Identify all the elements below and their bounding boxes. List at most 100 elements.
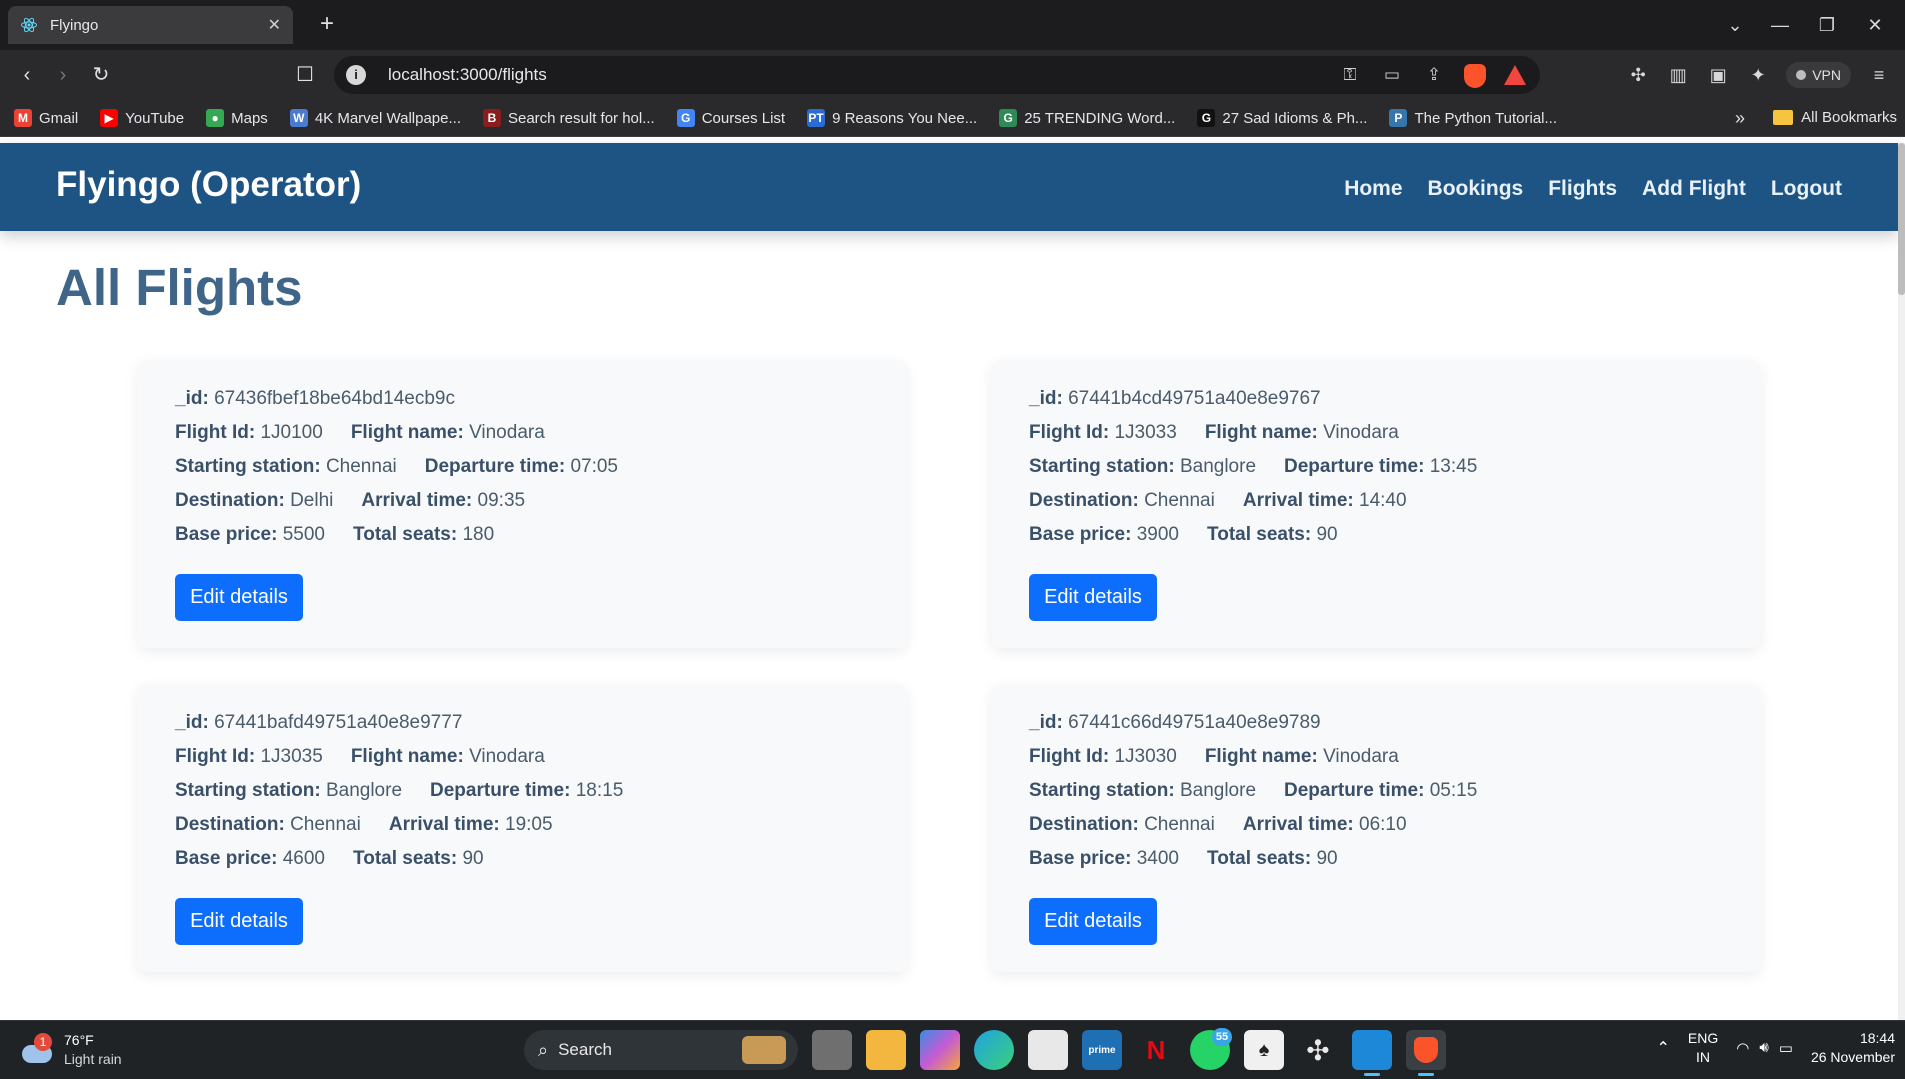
site-info-icon[interactable]: i [346, 65, 366, 85]
scrollbar-thumb[interactable] [1898, 143, 1905, 295]
tab-search-chevron-icon[interactable]: ⌄ [1715, 10, 1755, 40]
bookmark-item[interactable]: P The Python Tutorial... [1389, 109, 1557, 127]
sidebar-icon[interactable]: ▥ [1666, 63, 1690, 87]
vpn-button[interactable]: VPN [1786, 62, 1851, 88]
flight-detail-row: Destination: Delhi Arrival time: 09:35 [175, 484, 887, 518]
field-departure-time: Departure time: 18:15 [430, 774, 623, 808]
reload-icon[interactable]: ↻ [88, 62, 114, 88]
page-scrollbar[interactable] [1898, 143, 1905, 1020]
windows-start-icon[interactable] [470, 1030, 510, 1070]
folder-icon [1773, 110, 1794, 125]
field-label: Departure time: [430, 780, 571, 801]
brave-rewards-icon[interactable] [1504, 65, 1526, 85]
brand-title[interactable]: Flyingo (Operator) [56, 165, 361, 205]
vscode-icon[interactable] [1352, 1030, 1392, 1076]
cast-icon[interactable]: ▭ [1380, 64, 1404, 86]
bookmark-item[interactable]: G Courses List [676, 109, 785, 127]
field-destination: Destination: Chennai [1029, 484, 1215, 518]
menu-icon[interactable]: ≡ [1867, 63, 1891, 87]
browser-toolbar: ‹ › ↻ ☐ i localhost:3000/flights ⚿ ▭ ⇪ ✣… [0, 50, 1905, 100]
field-value: 67441c66d49751a40e8e9789 [1068, 712, 1321, 733]
file-explorer-icon[interactable] [866, 1030, 906, 1070]
bookmark-item[interactable]: ▶ YouTube [100, 109, 184, 127]
edge-icon[interactable] [974, 1030, 1014, 1070]
share-icon[interactable]: ⇪ [1422, 64, 1446, 86]
nav-link-flights[interactable]: Flights [1548, 177, 1617, 201]
prime-video-icon[interactable]: prime [1082, 1030, 1122, 1070]
field-total-seats: Total seats: 180 [353, 518, 494, 552]
password-key-icon[interactable]: ⚿ [1338, 64, 1362, 86]
nav-link-logout[interactable]: Logout [1771, 177, 1842, 201]
microsoft-store-icon[interactable] [1028, 1030, 1068, 1070]
wifi-icon[interactable]: ◠ [1736, 1039, 1749, 1057]
field-label: Flight name: [1204, 746, 1318, 767]
field-value: Chennai [1144, 490, 1215, 511]
url-text[interactable]: localhost:3000/flights [388, 65, 547, 85]
field-label: Destination: [1029, 814, 1139, 835]
edit-details-button[interactable]: Edit details [175, 574, 303, 621]
wallet-icon[interactable]: ▣ [1706, 63, 1730, 87]
minimize-icon[interactable]: — [1760, 10, 1800, 40]
nav-link-home[interactable]: Home [1344, 177, 1402, 201]
article-site-icon: PT [807, 109, 826, 127]
bookmark-item[interactable]: G 25 TRENDING Word... [999, 109, 1175, 127]
google-icon: G [676, 109, 695, 127]
more-bookmarks-icon[interactable]: » [1735, 108, 1745, 129]
wallpaper-site-icon: W [289, 109, 308, 127]
field-label: Arrival time: [361, 490, 473, 511]
extensions-icon[interactable]: ✣ [1626, 63, 1650, 87]
edit-details-button[interactable]: Edit details [1029, 898, 1157, 945]
back-icon[interactable]: ‹ [14, 62, 40, 88]
youtube-icon: ▶ [100, 109, 119, 127]
field-arrival-time: Arrival time: 09:35 [361, 484, 525, 518]
brave-browser-icon[interactable] [1406, 1030, 1446, 1076]
taskbar-search[interactable]: ⌕ Search [524, 1030, 798, 1070]
show-hidden-icons-icon[interactable]: ⌃ [1656, 1038, 1669, 1058]
close-window-icon[interactable]: ✕ [1855, 10, 1895, 40]
brave-shields-icon[interactable] [1464, 64, 1486, 88]
all-bookmarks-button[interactable]: All Bookmarks [1773, 109, 1897, 126]
task-view-icon[interactable] [812, 1030, 852, 1070]
volume-icon[interactable]: 🔊︎ [1759, 1039, 1768, 1057]
flight-detail-row: Flight Id: 1J3033 Flight name: Vinodara [1029, 416, 1741, 450]
browser-tab-bar: Flyingo ✕ + ⌄ — ❐ ✕ [0, 0, 1905, 50]
address-bar[interactable]: i localhost:3000/flights ⚿ ▭ ⇪ [334, 56, 1540, 94]
puzzle-app-icon[interactable]: ✣ [1298, 1030, 1338, 1070]
copilot-icon[interactable] [920, 1030, 960, 1070]
flight-card: _id: 67441bafd49751a40e8e9777 Flight Id: … [137, 684, 907, 972]
bookmark-item[interactable]: W 4K Marvel Wallpape... [289, 109, 461, 127]
browser-tab[interactable]: Flyingo ✕ [8, 6, 293, 44]
field-value: 5500 [282, 524, 326, 545]
field-starting-station: Starting station: Banglore [1029, 450, 1256, 484]
weather-widget[interactable]: 1 76°F Light rain [20, 1031, 122, 1069]
restore-icon[interactable]: ❐ [1807, 10, 1847, 40]
whatsapp-icon[interactable]: 55 [1190, 1028, 1232, 1070]
leo-ai-icon[interactable]: ✦ [1746, 63, 1770, 87]
language-indicator[interactable]: ENG IN [1688, 1029, 1718, 1067]
field-starting-station: Starting station: Banglore [175, 774, 402, 808]
bookmark-item[interactable]: PT 9 Reasons You Nee... [807, 109, 977, 127]
battery-icon[interactable]: ▭ [1779, 1039, 1793, 1057]
bookmark-item[interactable]: B Search result for hol... [482, 109, 655, 127]
bookmark-item[interactable]: ● Maps [206, 109, 268, 127]
system-clock[interactable]: 18:44 26 November [1811, 1029, 1895, 1067]
nav-link-add-flight[interactable]: Add Flight [1642, 177, 1746, 201]
windows-taskbar: 1 76°F Light rain ⌕ Search prime N 55 ♠ … [0, 1020, 1905, 1079]
edit-details-button[interactable]: Edit details [175, 898, 303, 945]
forward-icon[interactable]: › [50, 62, 76, 88]
field-label: Flight Id: [175, 746, 256, 767]
edit-details-button[interactable]: Edit details [1029, 574, 1157, 621]
bookmark-icon[interactable]: ☐ [292, 62, 318, 88]
bookmark-item[interactable]: M Gmail [14, 109, 78, 127]
language-code: ENG [1687, 1030, 1719, 1046]
bookmark-item[interactable]: G 27 Sad Idioms & Ph... [1197, 109, 1367, 127]
netflix-icon[interactable]: N [1136, 1030, 1176, 1070]
solitaire-icon[interactable]: ♠ [1244, 1030, 1284, 1070]
close-tab-icon[interactable]: ✕ [268, 15, 281, 35]
field-label: Starting station: [175, 456, 321, 477]
field-label: Total seats: [353, 848, 458, 869]
nav-link-bookings[interactable]: Bookings [1428, 177, 1524, 201]
field-flight-name: Flight name: Vinodara [1205, 416, 1399, 450]
new-tab-icon[interactable]: + [312, 10, 342, 40]
field-flight-name: Flight name: Vinodara [351, 416, 545, 450]
